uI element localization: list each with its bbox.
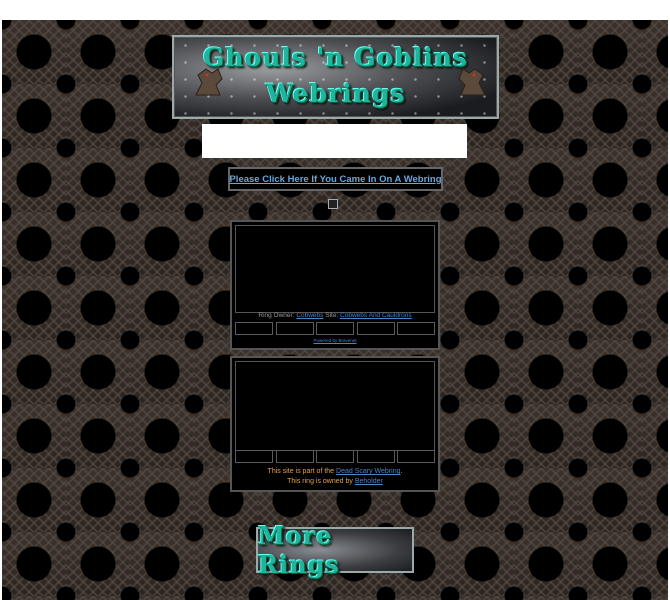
owner-label: Ring Owner: [258, 312, 295, 319]
banner-title: Ghouls 'n Goblins Webrings [174, 40, 497, 112]
came-in-on-webring-link[interactable]: Please Click Here If You Came In On A We… [229, 174, 441, 185]
came-in-box: Please Click Here If You Came In On A We… [228, 167, 443, 191]
webring-1-owner-line: Ring Owner: Cobwebs Site: Cobwebs And Ca… [232, 312, 438, 319]
beholder-link[interactable]: Beholder [355, 478, 383, 485]
small-image-placeholder [328, 199, 338, 209]
part-of-suffix: . [400, 468, 403, 475]
header-banner: Ghouls 'n Goblins Webrings [172, 35, 499, 119]
webring-2-info: This site is part of the Dead Scary Webr… [232, 467, 438, 487]
webring-1-nav [235, 322, 435, 335]
nav-button[interactable] [397, 322, 435, 335]
ad-placeholder [202, 124, 467, 158]
more-rings-label: More Rings [258, 521, 340, 579]
gargoyle-right-icon [458, 68, 486, 96]
nav-button[interactable] [316, 322, 354, 335]
dead-scary-webring-link[interactable]: Dead Scary Webring [336, 468, 400, 475]
webring-2-nav [235, 450, 435, 463]
banner-title-line2: Webrings [265, 79, 406, 108]
owned-by-text: This ring is owned by [287, 478, 353, 485]
site-label: Site: [325, 312, 339, 319]
nav-button[interactable] [356, 450, 395, 463]
site-link[interactable]: Cobwebs And Cauldrons [340, 312, 412, 319]
nav-button[interactable] [397, 450, 435, 463]
banner-title-line1: Ghouls 'n Goblins [203, 43, 468, 72]
more-rings-button[interactable]: More Rings [256, 521, 414, 579]
webring-box-2: This site is part of the Dead Scary Webr… [230, 356, 440, 492]
powered-by-link[interactable]: Powered by Bravenet [232, 338, 438, 343]
owner-link[interactable]: Cobwebs [296, 312, 323, 319]
nav-button[interactable] [316, 450, 354, 463]
nav-button[interactable] [275, 450, 314, 463]
page-background: Ghouls 'n Goblins Webrings Please Click … [2, 20, 668, 600]
webring-1-display [235, 225, 435, 313]
nav-button[interactable] [275, 322, 314, 335]
nav-button[interactable] [235, 450, 273, 463]
webring-box-1: Ring Owner: Cobwebs Site: Cobwebs And Ca… [230, 220, 440, 350]
nav-button[interactable] [356, 322, 395, 335]
webring-2-display [235, 361, 435, 451]
part-of-text: This site is part of the [267, 468, 335, 475]
nav-button[interactable] [235, 322, 273, 335]
